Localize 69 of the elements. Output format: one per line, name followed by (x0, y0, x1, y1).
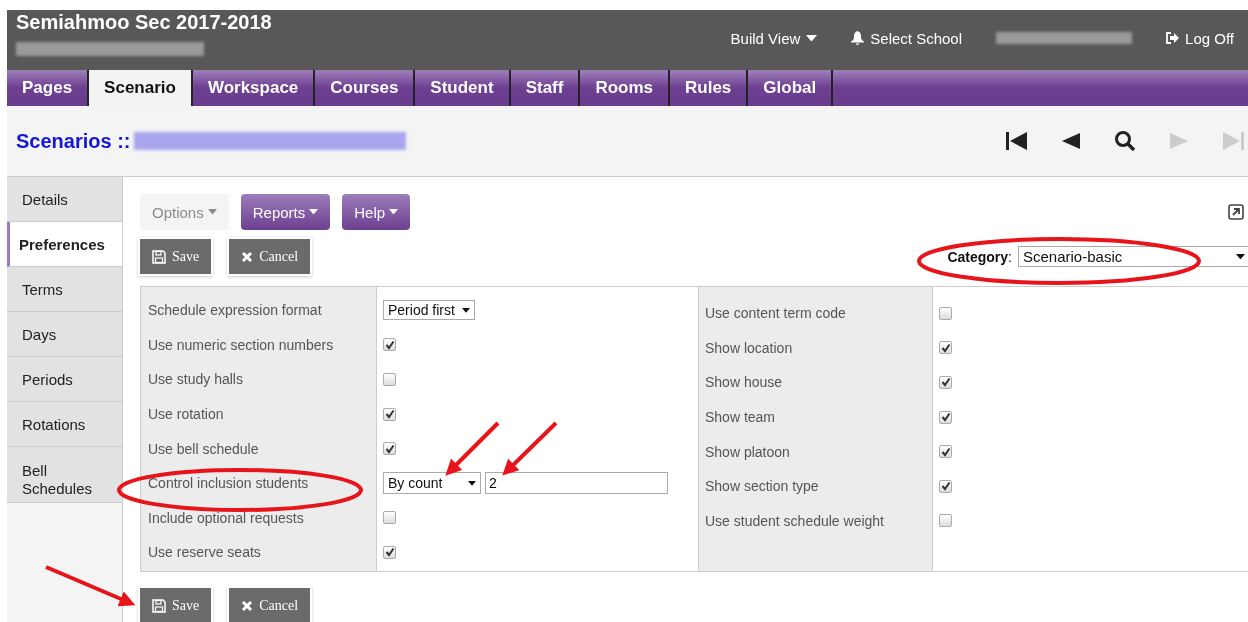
checkbox[interactable] (383, 511, 396, 525)
sidebar-item[interactable]: Preferences (7, 222, 123, 267)
cancel-button[interactable]: Cancel (229, 239, 311, 274)
checkbox[interactable] (383, 545, 396, 559)
pointer-arrow (445, 421, 500, 476)
preference-label: Use rotation (148, 406, 224, 423)
menu-button[interactable]: Help (342, 194, 411, 230)
preference-label: Use student schedule weight (705, 512, 884, 529)
checkbox[interactable] (939, 410, 952, 424)
previous-icon[interactable] (1062, 133, 1080, 149)
cancel-button[interactable]: Cancel (229, 588, 311, 622)
select-dropdown[interactable]: By count (383, 472, 481, 495)
page-title: Scenarios :: (16, 129, 131, 153)
sidebar-item[interactable]: Days (7, 312, 122, 357)
caret-icon (1236, 253, 1245, 260)
sign-out-icon (1166, 32, 1180, 44)
sidebar-item[interactable]: Details (7, 177, 122, 222)
checkbox[interactable] (383, 442, 396, 456)
sidebar-item[interactable]: Rotations (7, 402, 122, 447)
sidebar-item[interactable]: Periods (7, 357, 122, 402)
log-off-link[interactable]: Log Off (1166, 29, 1234, 47)
preference-label: Use numeric section numbers (148, 336, 334, 353)
checkbox[interactable] (383, 338, 396, 352)
category-select[interactable]: Scenario-basic (1018, 246, 1248, 267)
caret-icon (462, 307, 470, 313)
save-button[interactable]: Save (140, 588, 212, 622)
category-label: Category: (947, 248, 1012, 265)
sidebar-item[interactable]: Terms (7, 267, 122, 312)
checkbox[interactable] (383, 373, 396, 386)
preference-label: Show team (705, 409, 776, 426)
caret-icon (309, 209, 319, 215)
sidebar-item[interactable]: Bell Schedules (7, 447, 122, 503)
preference-label: Show platoon (705, 443, 790, 460)
preference-label: Use bell schedule (148, 440, 259, 457)
checkbox[interactable] (383, 407, 396, 421)
checkbox[interactable] (939, 376, 952, 389)
preference-label: Show location (705, 339, 793, 356)
checkbox[interactable] (939, 445, 952, 459)
preference-label: Show house (705, 374, 783, 391)
checkbox[interactable] (939, 514, 952, 528)
preference-label: Use reserve seats (148, 544, 261, 561)
caret-icon (468, 480, 476, 486)
caret-icon (806, 34, 818, 42)
search-icon[interactable] (1114, 130, 1136, 152)
select-dropdown[interactable]: Period first (383, 300, 475, 321)
nav-tab[interactable]: Scenario (89, 70, 193, 106)
preference-label: Schedule expression format (148, 302, 322, 319)
preference-label: Use content term code (705, 305, 846, 322)
bell-icon (851, 31, 865, 45)
preference-label: Show section type (705, 478, 819, 495)
caret-icon (389, 209, 399, 215)
preference-label: Control inclusion students (148, 475, 309, 492)
checkbox[interactable] (939, 479, 952, 493)
pointer-arrow (502, 421, 558, 476)
school-title: Semiahmoo Sec 2017-2018 (16, 11, 272, 34)
first-record-icon[interactable] (1006, 132, 1028, 150)
select-school-link[interactable]: Select School (851, 29, 963, 47)
preference-label: Include optional requests (148, 509, 304, 526)
menu-button[interactable]: Reports (240, 194, 331, 230)
caret-icon (207, 209, 217, 215)
checkbox[interactable] (939, 341, 952, 355)
build-view-menu[interactable]: Build View (730, 29, 818, 47)
save-button[interactable]: Save (140, 239, 212, 274)
close-icon (241, 599, 254, 612)
close-icon (241, 250, 254, 263)
preference-label: Use study halls (148, 371, 243, 388)
popout-icon[interactable] (1228, 204, 1244, 220)
input-field[interactable]: 2 (485, 472, 668, 495)
checkbox[interactable] (939, 306, 952, 320)
